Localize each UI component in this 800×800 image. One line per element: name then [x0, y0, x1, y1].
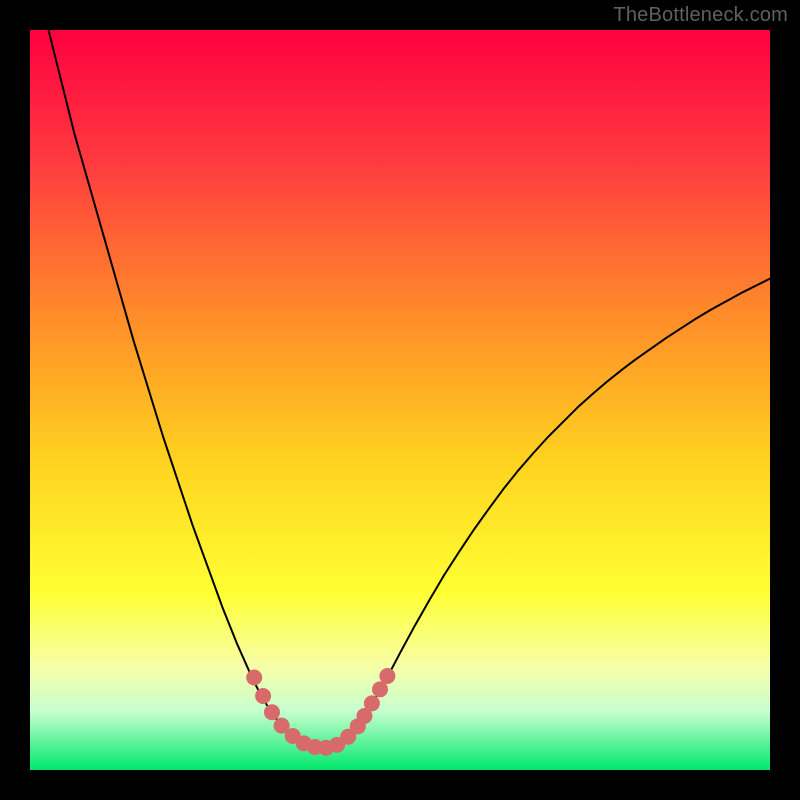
gradient-background	[30, 30, 770, 770]
bottleneck-curve-plot	[30, 30, 770, 770]
data-marker	[246, 670, 262, 686]
data-marker	[255, 688, 271, 704]
data-marker	[364, 695, 380, 711]
chart-frame: TheBottleneck.com	[0, 0, 800, 800]
data-marker	[379, 668, 395, 684]
data-marker	[264, 704, 280, 720]
watermark-text: TheBottleneck.com	[613, 4, 788, 27]
